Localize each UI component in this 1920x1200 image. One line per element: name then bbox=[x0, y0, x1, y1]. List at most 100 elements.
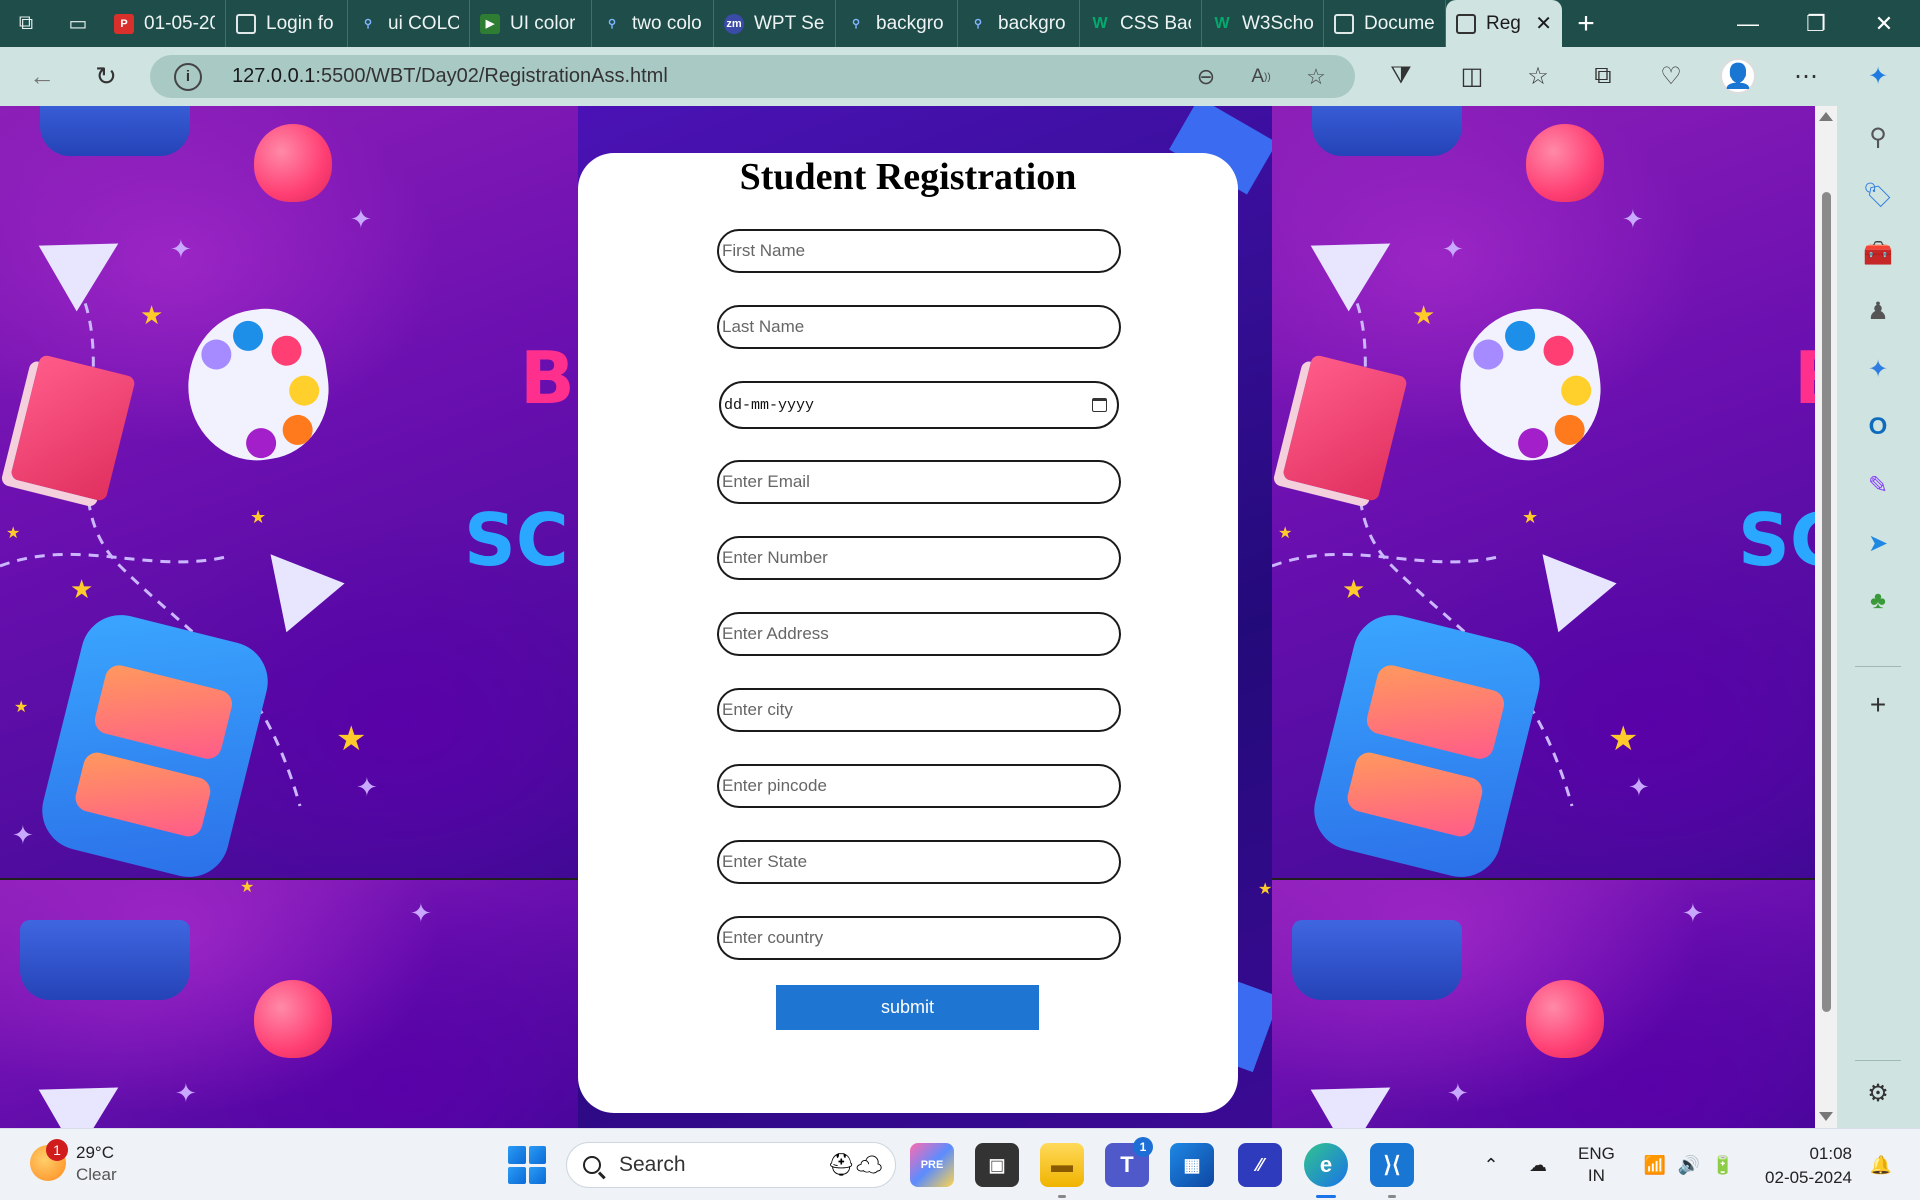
extensions-icon[interactable]: ⧩ bbox=[1378, 53, 1424, 99]
tab-registration-active[interactable]: Reg ✕ bbox=[1446, 0, 1562, 47]
notification-bell-icon[interactable]: 🔔 bbox=[1866, 1129, 1896, 1200]
paint-dot-icon bbox=[269, 333, 304, 368]
settings-gear-icon[interactable]: ⚙ bbox=[1859, 1074, 1897, 1112]
tab-two-color-search[interactable]: ⚲ two colo bbox=[592, 0, 714, 47]
browser-essentials-icon[interactable]: ♡ bbox=[1648, 53, 1694, 99]
date-of-birth-input[interactable]: dd-mm-yyyy bbox=[719, 381, 1119, 429]
scroll-up-arrow-icon[interactable] bbox=[1819, 112, 1833, 121]
tab-label: Reg bbox=[1486, 12, 1521, 34]
favorites-icon[interactable]: ☆ bbox=[1515, 53, 1561, 99]
tab-label: backgro bbox=[876, 12, 944, 34]
onedrive-cloud-icon[interactable]: ☁ bbox=[1520, 1129, 1556, 1200]
email-input[interactable] bbox=[717, 460, 1121, 504]
read-aloud-icon[interactable]: A)) bbox=[1245, 61, 1277, 93]
tab-ui-color-video[interactable]: ▶ UI color bbox=[470, 0, 592, 47]
shopping-tag-icon[interactable]: 🏷 bbox=[1859, 176, 1897, 214]
workspaces-icon[interactable]: ⧉ bbox=[0, 0, 52, 47]
phone-number-input[interactable] bbox=[717, 536, 1121, 580]
split-screen-icon[interactable]: ◫ bbox=[1449, 53, 1495, 99]
star-icon: ★ bbox=[1608, 720, 1639, 758]
country-input[interactable] bbox=[717, 916, 1121, 960]
tab-background-search-2[interactable]: ⚲ backgro bbox=[958, 0, 1080, 47]
profile-avatar[interactable]: 👤 bbox=[1715, 53, 1761, 99]
date-format-text: dd-mm-yyyy bbox=[724, 396, 815, 414]
telegram-icon[interactable]: ➤ bbox=[1859, 524, 1897, 562]
wifi-icon[interactable]: 📶 bbox=[1640, 1129, 1670, 1200]
edge-browser-icon[interactable]: e bbox=[1304, 1143, 1348, 1187]
close-tab-icon[interactable]: ✕ bbox=[1535, 11, 1552, 36]
designer-icon[interactable]: ✎ bbox=[1859, 466, 1897, 504]
file-explorer-icon[interactable]: ▬ bbox=[1040, 1143, 1084, 1187]
tab-background-search-1[interactable]: ⚲ backgro bbox=[836, 0, 958, 47]
tab-label: ui COLO bbox=[388, 12, 459, 34]
zoom-out-icon[interactable]: ⊖ bbox=[1190, 61, 1222, 93]
system-clock[interactable]: 01:08 02-05-2024 bbox=[1760, 1142, 1852, 1190]
w3schools-icon: W bbox=[1092, 14, 1108, 32]
state-input[interactable] bbox=[717, 840, 1121, 884]
back-icon[interactable]: ← bbox=[20, 55, 64, 99]
weather-widget[interactable]: 1 29°C Clear bbox=[30, 1139, 117, 1185]
favorite-star-icon[interactable]: ☆ bbox=[1300, 61, 1332, 93]
close-window-button[interactable]: ✕ bbox=[1850, 0, 1918, 47]
microsoft-store-icon[interactable]: ▦ bbox=[1170, 1143, 1214, 1187]
search-icon[interactable]: ⚲ bbox=[1859, 118, 1897, 156]
windows-logo-pane bbox=[508, 1146, 526, 1164]
new-tab-button[interactable]: + bbox=[1562, 0, 1610, 47]
copilot-preview-app-icon[interactable]: PRE bbox=[910, 1143, 954, 1187]
page-scrollbar[interactable] bbox=[1815, 106, 1837, 1128]
calendar-icon[interactable] bbox=[1092, 398, 1107, 412]
play-icon: ▶ bbox=[480, 13, 500, 34]
tab-css-background[interactable]: W CSS Bac bbox=[1080, 0, 1202, 47]
clock-date: 02-05-2024 bbox=[1765, 1168, 1852, 1187]
teams-icon[interactable]: T1 bbox=[1105, 1137, 1153, 1187]
site-info-icon[interactable]: i bbox=[174, 62, 202, 91]
input-language-indicator[interactable]: ENG IN bbox=[1578, 1143, 1615, 1187]
tab-pdf[interactable]: P 01-05-20 bbox=[104, 0, 226, 47]
search-icon: ⚲ bbox=[363, 18, 373, 30]
powerautomate-icon[interactable]: ⁄⁄ bbox=[1238, 1143, 1282, 1187]
pincode-input[interactable] bbox=[717, 764, 1121, 808]
weather-description: Clear bbox=[76, 1165, 117, 1184]
submit-button[interactable]: submit bbox=[776, 985, 1039, 1030]
tab-label: two colo bbox=[632, 12, 702, 34]
star-icon: ★ bbox=[1278, 525, 1293, 542]
add-sidebar-app-icon[interactable]: + bbox=[1859, 686, 1897, 724]
first-name-input[interactable] bbox=[717, 229, 1121, 273]
last-name-input[interactable] bbox=[717, 305, 1121, 349]
vscode-icon[interactable]: ⟩⟨ bbox=[1370, 1143, 1414, 1187]
scroll-down-arrow-icon[interactable] bbox=[1819, 1112, 1833, 1121]
taskbar-search-box[interactable]: Search ⛑☁ bbox=[566, 1142, 896, 1188]
more-options-icon[interactable]: ⋯ bbox=[1783, 53, 1829, 99]
battery-icon[interactable]: 🔋 bbox=[1708, 1129, 1738, 1200]
star-icon: ★ bbox=[1522, 507, 1539, 527]
address-bar[interactable]: i 127.0.0.1:5500/WBT/Day02/RegistrationA… bbox=[150, 55, 1355, 98]
address-input[interactable] bbox=[717, 612, 1121, 656]
volume-icon[interactable]: 🔊 bbox=[1674, 1129, 1704, 1200]
scrollbar-thumb[interactable] bbox=[1822, 192, 1831, 1012]
show-hidden-icons-chevron-icon[interactable]: ⌃ bbox=[1476, 1129, 1506, 1200]
paint-dot-icon bbox=[1503, 318, 1538, 353]
copilot-icon[interactable]: ✦ bbox=[1855, 53, 1901, 99]
task-view-icon[interactable]: ▣ bbox=[975, 1143, 1019, 1187]
reload-icon[interactable]: ↻ bbox=[84, 55, 128, 99]
copilot-sidebar-icon[interactable]: ✦ bbox=[1859, 350, 1897, 388]
tab-w3schools[interactable]: W W3Scho bbox=[1202, 0, 1324, 47]
games-icon[interactable]: ♟ bbox=[1859, 292, 1897, 330]
outlook-icon[interactable]: O bbox=[1859, 408, 1897, 446]
start-button[interactable] bbox=[508, 1146, 546, 1184]
city-input[interactable] bbox=[717, 688, 1121, 732]
url-text[interactable]: 127.0.0.1:5500/WBT/Day02/RegistrationAss… bbox=[232, 65, 668, 88]
tab-ui-colors-search[interactable]: ⚲ ui COLO bbox=[348, 0, 470, 47]
tab-document[interactable]: Docume bbox=[1324, 0, 1446, 47]
tab-actions-icon[interactable]: ▭ bbox=[52, 0, 104, 47]
tools-icon[interactable]: 🧰 bbox=[1859, 234, 1897, 272]
tree-icon[interactable]: ♣ bbox=[1859, 582, 1897, 620]
background-tile-left-bottom: ✦ ✦ ★ bbox=[0, 880, 578, 1128]
restore-button[interactable]: ❐ bbox=[1782, 0, 1850, 47]
tab-wpt-session[interactable]: zm WPT Ses bbox=[714, 0, 836, 47]
search-icon: ⚲ bbox=[607, 18, 617, 30]
tab-login[interactable]: Login fo bbox=[226, 0, 348, 47]
collections-icon[interactable]: ⧉ bbox=[1580, 53, 1626, 99]
windows-logo-pane bbox=[508, 1166, 526, 1184]
minimize-button[interactable]: — bbox=[1714, 0, 1782, 47]
